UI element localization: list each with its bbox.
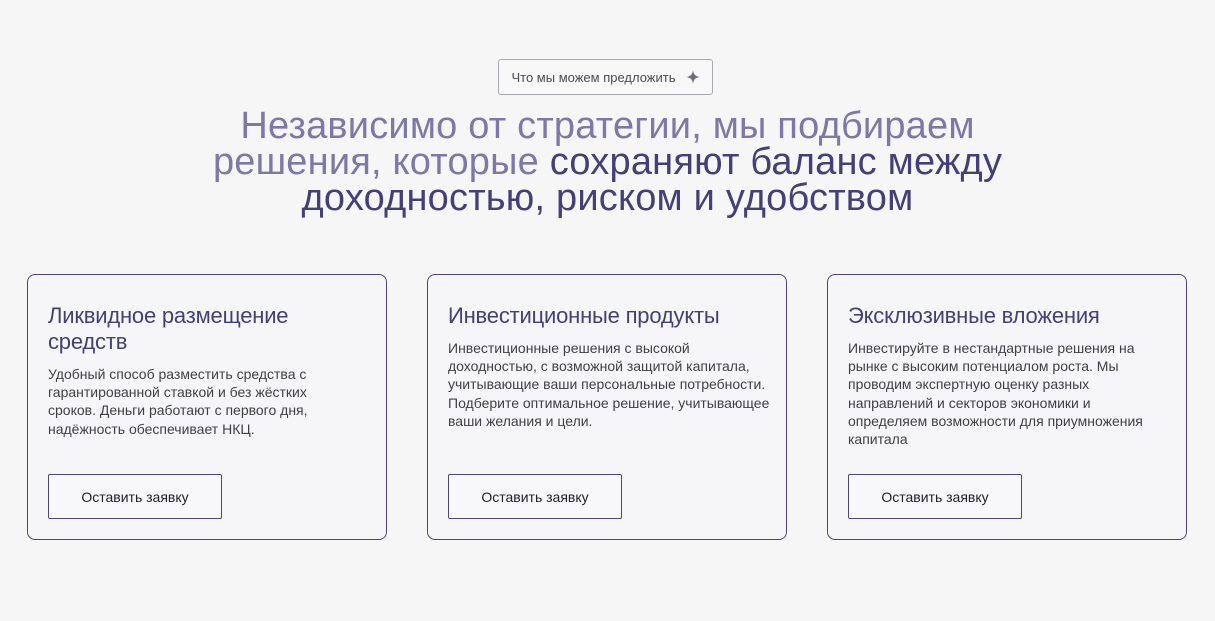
section-badge: Что мы можем предложить [498,59,713,95]
card-title: Ликвидное размещение средств [48,303,289,354]
card-investment-products: Инвестиционные продукты Инвестиционные р… [427,274,787,540]
card-exclusive-investments: Эксклюзивные вложения Инвестируйте в нес… [827,274,1187,540]
offers-section: Что мы можем предложить Независимо от ст… [0,0,1215,621]
sparkle-icon [685,70,700,84]
card-liquid-placement: Ликвидное размещение средств Удобный спо… [27,274,387,540]
section-badge-label: Что мы можем предложить [511,69,676,85]
card-description: Инвестируйте в нестандартные решения на … [848,340,1143,448]
card-description: Инвестиционные решения с высокой доходно… [448,340,770,429]
submit-request-button[interactable]: Оставить заявку [48,474,222,519]
headline-part-dark-3: доходностью, риском и удобством [301,177,914,219]
card-title: Эксклюзивные вложения [848,303,1100,328]
card-title: Инвестиционные продукты [448,303,720,328]
submit-request-button[interactable]: Оставить заявку [448,474,622,519]
submit-request-button[interactable]: Оставить заявку [848,474,1022,519]
section-headline: Независимо от стратегии, мы подбираем ре… [0,107,1215,219]
card-description: Удобный способ разместить средства с гар… [48,366,308,437]
